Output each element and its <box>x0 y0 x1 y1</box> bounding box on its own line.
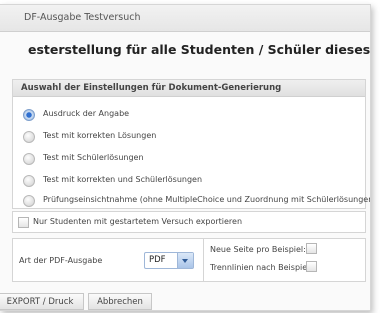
output-type-select[interactable]: PDF <box>144 252 194 269</box>
radio-selected-icon[interactable] <box>23 109 35 121</box>
radio-option-label: Ausdruck der Angabe <box>43 109 130 118</box>
settings-panel-header: Auswahl der Einstellungen für Dokument-G… <box>13 80 365 97</box>
radio-option-label: Test mit korrekten und Schülerlösungen <box>43 175 203 184</box>
dialog-window: DF-Ausgabe Testversuch esterstellung für… <box>0 4 371 311</box>
export-button[interactable]: EXPORT / Druck <box>0 293 84 310</box>
output-type-label: Art der PDF-Ausgabe <box>19 256 103 265</box>
separators-checkbox[interactable] <box>306 261 317 272</box>
divider <box>203 239 204 281</box>
new-page-checkbox[interactable] <box>306 243 317 254</box>
chevron-down-icon[interactable] <box>177 253 193 268</box>
new-page-label: Neue Seite pro Beispiel: <box>210 245 306 254</box>
only-started-checkbox[interactable] <box>18 217 29 228</box>
settings-panel: Auswahl der Einstellungen für Dokument-G… <box>12 79 370 209</box>
title-bar: DF-Ausgabe Testversuch <box>0 5 370 32</box>
cancel-button[interactable]: Abbrechen <box>88 293 152 310</box>
radio-option-label: Test mit korrekten Lösungen <box>43 131 157 140</box>
output-options-panel: Art der PDF-Ausgabe PDF Neue Seite pro B… <box>12 238 366 282</box>
radio-icon[interactable] <box>23 131 35 143</box>
radio-icon[interactable] <box>23 195 35 207</box>
window-title: DF-Ausgabe Testversuch <box>24 12 141 23</box>
radio-icon[interactable] <box>23 175 35 187</box>
output-type-value: PDF <box>149 255 166 265</box>
radio-icon[interactable] <box>23 153 35 165</box>
only-started-row: Nur Studenten mit gestartetem Versuch ex… <box>12 211 366 233</box>
radio-option-label: Test mit Schülerlösungen <box>43 153 144 162</box>
only-started-label: Nur Studenten mit gestartetem Versuch ex… <box>33 217 243 226</box>
separators-label: Trennlinien nach Beispiel: <box>210 263 313 272</box>
radio-option-label: Prüfungseinsichtnahme (ohne MultipleChoi… <box>43 195 371 204</box>
